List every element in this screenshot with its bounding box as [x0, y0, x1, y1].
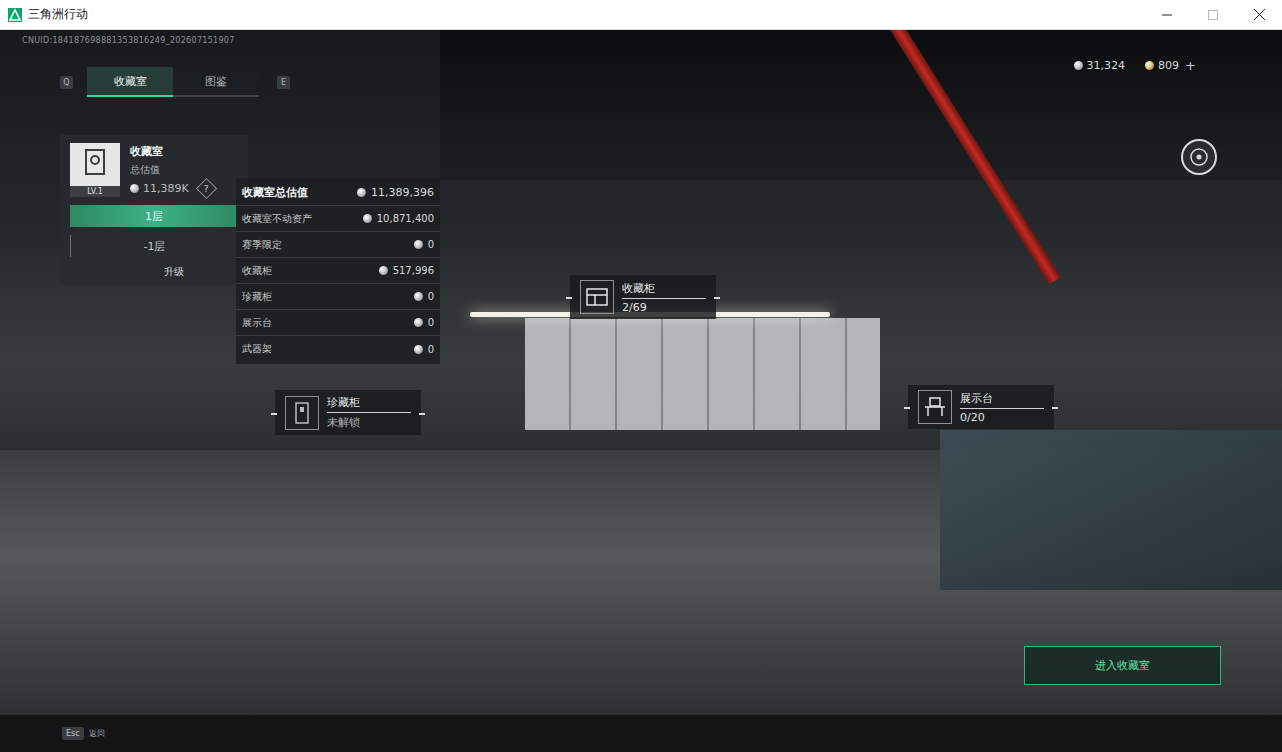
- tooltip-row: 珍藏柜0: [236, 284, 440, 310]
- coin-icon: [414, 318, 423, 327]
- coin-icon: [414, 292, 423, 301]
- add-currency-button[interactable]: +: [1185, 58, 1196, 73]
- coin-icon: [1145, 61, 1154, 70]
- minimize-button[interactable]: [1144, 0, 1190, 30]
- game-logo-icon: [8, 8, 22, 22]
- cabinet-icon: [586, 288, 608, 306]
- prev-tab-key[interactable]: Q: [60, 76, 73, 89]
- maximize-button[interactable]: [1190, 0, 1236, 30]
- floor-button[interactable]: -1层: [70, 235, 238, 257]
- tooltip-row: 收藏室不动资产10,871,400: [236, 206, 440, 232]
- furniture-marker[interactable]: 展示台0/20: [908, 385, 1054, 429]
- coin-icon: [379, 266, 388, 275]
- tooltip-row: 武器架0: [236, 336, 440, 362]
- currency: 809: [1145, 59, 1179, 72]
- coin-icon: [357, 188, 366, 197]
- coin-icon: [414, 240, 423, 249]
- tooltip-row: 收藏室总估值11,389,396: [236, 180, 440, 206]
- collection-icon: [84, 149, 106, 175]
- close-icon: [1254, 9, 1265, 20]
- collection-value: 11,389K?: [130, 181, 214, 196]
- upgrade-button[interactable]: 升级: [124, 265, 184, 279]
- tooltip-row: 展示台0: [236, 310, 440, 336]
- tooltip-row: 赛季限定0: [236, 232, 440, 258]
- tab[interactable]: 图鉴: [173, 67, 259, 97]
- coin-icon: [130, 184, 139, 193]
- window-title: 三角洲行动: [28, 6, 88, 23]
- collection-subtitle: 总估值: [130, 163, 214, 177]
- esc-key[interactable]: Esc: [62, 727, 84, 740]
- scene-ceiling: [440, 30, 1282, 180]
- help-button[interactable]: ?: [196, 178, 217, 199]
- level-badge: LV.1: [70, 143, 120, 197]
- tab[interactable]: 收藏室: [87, 67, 173, 97]
- currency: 31,324: [1074, 59, 1126, 72]
- tab-bar: Q 收藏室图鉴 E: [58, 67, 290, 97]
- game-window: 三角洲行动 CNUID:184187698881353816249_2026071…: [0, 0, 1282, 752]
- value-tooltip: 收藏室总估值11,389,396收藏室不动资产10,871,400赛季限定0收藏…: [236, 178, 440, 364]
- minimize-icon: [1162, 10, 1172, 20]
- tooltip-row: 收藏柜517,996: [236, 258, 440, 284]
- back-label[interactable]: 返回: [89, 728, 105, 739]
- coin-icon: [1074, 61, 1083, 70]
- close-button[interactable]: [1236, 0, 1282, 30]
- maximize-icon: [1208, 10, 1218, 20]
- player-uid: CNUID:184187698881353816249_202607151907: [22, 36, 235, 45]
- scene-wall: [525, 318, 880, 430]
- display-stand-icon: [924, 397, 946, 417]
- collection-title: 收藏室: [130, 144, 214, 159]
- footer-bar: Esc 返回: [0, 715, 1282, 752]
- locker-icon: [295, 402, 309, 424]
- furniture-marker[interactable]: 珍藏柜未解锁: [275, 390, 421, 435]
- title: 三角洲行动: [0, 6, 1144, 23]
- coin-icon: [414, 345, 423, 354]
- coin-icon: [363, 214, 372, 223]
- furniture-marker[interactable]: 收藏柜2/69: [570, 275, 716, 319]
- next-tab-key[interactable]: E: [277, 76, 290, 89]
- floor-button[interactable]: 1层: [70, 205, 238, 227]
- compass-icon[interactable]: [1180, 138, 1218, 176]
- game-view: CNUID:184187698881353816249_202607151907…: [0, 30, 1282, 752]
- collection-card: LV.1 收藏室总估值 11,389K? 1层 -1层升级: [60, 135, 248, 285]
- title-bar: 三角洲行动: [0, 0, 1282, 30]
- wallet: 31,324 809 +: [1074, 58, 1196, 73]
- enter-button[interactable]: 进入收藏室: [1024, 646, 1221, 685]
- scene-crates: [940, 430, 1282, 590]
